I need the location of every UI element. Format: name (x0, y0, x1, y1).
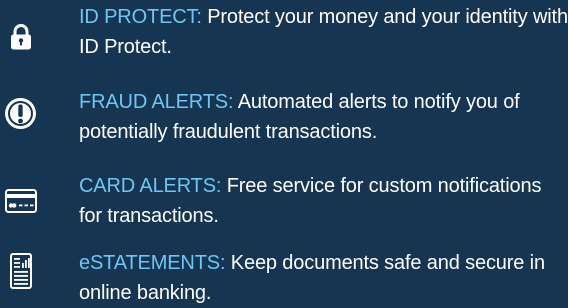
feature-text: FRAUD ALERTS: Automated alerts to notify… (79, 87, 568, 147)
feature-title: CARD ALERTS: (79, 175, 222, 197)
feature-text: ID PROTECT: Protect your money and your … (79, 2, 568, 62)
alert-icon (4, 97, 44, 137)
feature-title: ID PROTECT: (79, 6, 202, 28)
feature-text: CARD ALERTS: Free service for custom not… (79, 171, 568, 231)
feature-title: FRAUD ALERTS: (79, 91, 234, 113)
feature-text: eSTATEMENTS: Keep documents safe and sec… (79, 248, 568, 308)
credit-card-icon (5, 189, 45, 229)
feature-title: eSTATEMENTS: (79, 252, 226, 274)
lock-icon (10, 24, 50, 64)
statement-document-icon (10, 253, 50, 293)
